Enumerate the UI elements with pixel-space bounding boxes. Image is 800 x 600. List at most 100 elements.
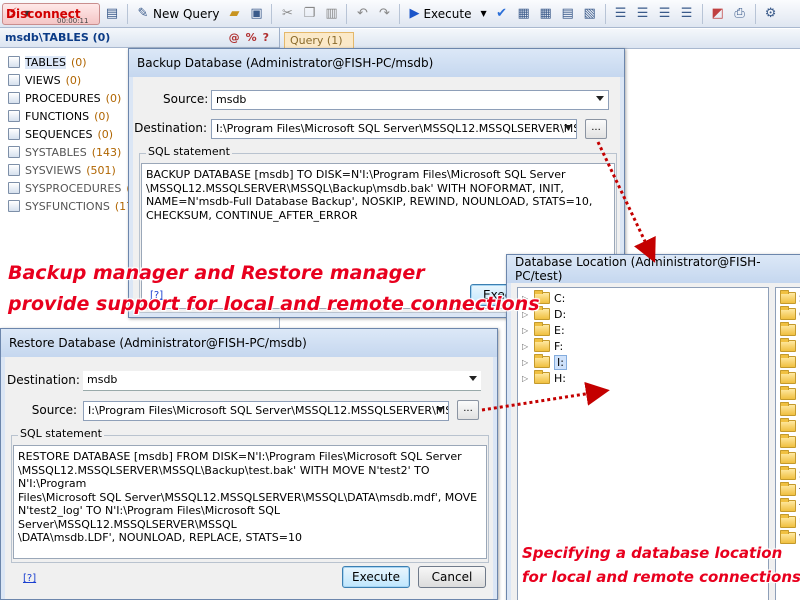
drive-label: I: <box>554 354 567 370</box>
chevron-down-icon <box>436 407 444 412</box>
source-label: Source: <box>163 92 209 106</box>
folder-row[interactable]: P <box>780 418 800 434</box>
new-query-button[interactable]: ✎ New Query <box>133 3 222 25</box>
indent-icon[interactable]: ☰ <box>611 4 631 24</box>
restore-sql-text[interactable]: RESTORE DATABASE [msdb] FROM DISK=N'I:\P… <box>13 445 487 559</box>
expand-icon[interactable]: ▷ <box>522 342 530 351</box>
folder-row[interactable]: P <box>780 386 800 402</box>
new-query-label: New Query <box>153 6 220 21</box>
source-value: msdb <box>216 93 247 106</box>
eraser-icon[interactable]: ◩ <box>708 4 728 24</box>
drive-item-i[interactable]: ▷ I: <box>522 354 567 370</box>
list-icon[interactable]: ☰ <box>655 4 675 24</box>
chevron-down-icon[interactable]: ▼ <box>480 9 486 18</box>
folder-row[interactable]: M <box>780 370 800 386</box>
redo-icon[interactable]: ↷ <box>374 4 394 24</box>
grid-icon[interactable]: ▦ <box>514 4 534 24</box>
folder-row[interactable]: W <box>780 530 800 546</box>
folder-row[interactable]: S <box>780 466 800 482</box>
tree-item-label: SEQUENCES <box>25 127 93 141</box>
expand-icon[interactable]: ▷ <box>522 374 530 383</box>
destination-select[interactable]: I:\Program Files\Microsoft SQL Server\MS… <box>211 119 577 139</box>
folder-icon <box>780 338 796 352</box>
open-folder-icon[interactable]: ▰ <box>224 4 244 24</box>
tree-item-label: SYSPROCEDURES <box>25 181 122 195</box>
tree-item-count: (0) <box>94 109 110 123</box>
table-icon <box>8 146 20 158</box>
percent-filter-button[interactable]: % <box>246 31 257 44</box>
drive-item-h[interactable]: ▷ H: <box>522 370 566 386</box>
folder-row[interactable]: C <box>780 306 800 322</box>
print-icon[interactable]: ⎙ <box>730 4 750 24</box>
help-button[interactable]: ? <box>263 31 269 44</box>
folder-icon <box>780 306 796 320</box>
expand-icon[interactable]: ▷ <box>522 358 530 367</box>
folder-row[interactable]: In <box>780 354 800 370</box>
folder-icon <box>780 530 796 544</box>
toolbar-separator <box>127 3 128 24</box>
folder-row[interactable]: U <box>780 514 800 530</box>
folder-row[interactable]: P <box>780 402 800 418</box>
folder-row[interactable]: D <box>780 322 800 338</box>
save-icon[interactable]: ▣ <box>246 4 266 24</box>
drive-item-f[interactable]: ▷ F: <box>522 338 563 354</box>
folder-row[interactable]: in <box>780 338 800 354</box>
copy-icon[interactable]: ❐ <box>299 4 319 24</box>
tree-item-label: SYSFUNCTIONS <box>25 199 110 213</box>
folder-row[interactable]: R <box>780 434 800 450</box>
browse-source-button[interactable]: ... <box>457 400 479 420</box>
toolbar-separator <box>346 3 348 24</box>
procedure-icon <box>8 182 20 194</box>
chart-icon[interactable]: ▧ <box>580 4 600 24</box>
source-select[interactable]: msdb <box>211 90 609 110</box>
properties-icon[interactable]: ▤ <box>102 4 122 24</box>
restore-source-select[interactable]: I:\Program Files\Microsoft SQL Server\MS… <box>83 401 449 421</box>
toolbar-separator <box>701 3 703 24</box>
outdent-icon[interactable]: ☰ <box>633 4 653 24</box>
tree-item-count: (0) <box>65 73 82 87</box>
restore-database-dialog: Restore Database (Administrator@FISH-PC/… <box>0 328 498 600</box>
restore-cancel-button[interactable]: Cancel <box>418 566 486 588</box>
new-document-icon: ✎ <box>137 6 149 21</box>
restore-destination-select[interactable]: msdb <box>83 371 481 391</box>
folder-icon <box>780 450 796 464</box>
export-icon[interactable]: ▤ <box>558 4 578 24</box>
object-browser-title: msdb\TABLES (0) <box>5 31 111 44</box>
undo-icon[interactable]: ↶ <box>352 4 372 24</box>
execute-button[interactable]: ▶ Execute ▼ <box>405 3 489 25</box>
paste-icon[interactable]: ▥ <box>321 4 341 24</box>
at-filter-button[interactable]: @ <box>229 31 240 44</box>
gear-icon[interactable]: ⚙ <box>761 4 781 24</box>
restore-execute-button[interactable]: Execute <box>342 566 410 588</box>
folder-row[interactable]: R <box>780 450 800 466</box>
stop-icon[interactable]: ✔ <box>492 4 512 24</box>
expand-icon[interactable]: ▷ <box>522 326 530 335</box>
cut-icon[interactable]: ✂ <box>277 4 297 24</box>
folder-row[interactable]: tr <box>780 498 800 514</box>
folder-row[interactable]: S <box>780 290 800 306</box>
sequence-icon <box>8 128 20 140</box>
execute-label: Execute <box>423 6 472 21</box>
drive-label: F: <box>554 339 564 353</box>
format-icon[interactable]: ☰ <box>677 4 697 24</box>
view-icon <box>8 74 20 86</box>
folder-icon <box>780 498 796 512</box>
folder-row[interactable]: te <box>780 482 800 498</box>
disconnect-button[interactable]: ⚡ Disconnect ▼ 00:00:11 <box>2 2 100 25</box>
backup-dialog-title: Backup Database (Administrator@FISH-PC/m… <box>129 49 624 77</box>
annotation-main-line1: Backup manager and Restore manager <box>8 262 425 284</box>
folder-icon <box>780 290 796 304</box>
connection-timer: 00:00:11 <box>57 16 89 25</box>
procedure-icon <box>8 92 20 104</box>
browse-destination-button[interactable]: ... <box>585 119 607 139</box>
tab-query-1[interactable]: Query (1) <box>284 32 354 49</box>
restore-help-link[interactable]: [?] <box>23 573 36 584</box>
drive-item-e[interactable]: ▷ E: <box>522 322 565 338</box>
function-icon <box>8 110 20 122</box>
folder-icon <box>780 354 796 368</box>
drive-label: E: <box>554 323 565 337</box>
restore-source-value: I:\Program Files\Microsoft SQL Server\MS… <box>88 404 449 417</box>
folder-icon <box>780 370 796 384</box>
table-icon[interactable]: ▦ <box>536 4 556 24</box>
drive-label: D: <box>554 307 567 321</box>
